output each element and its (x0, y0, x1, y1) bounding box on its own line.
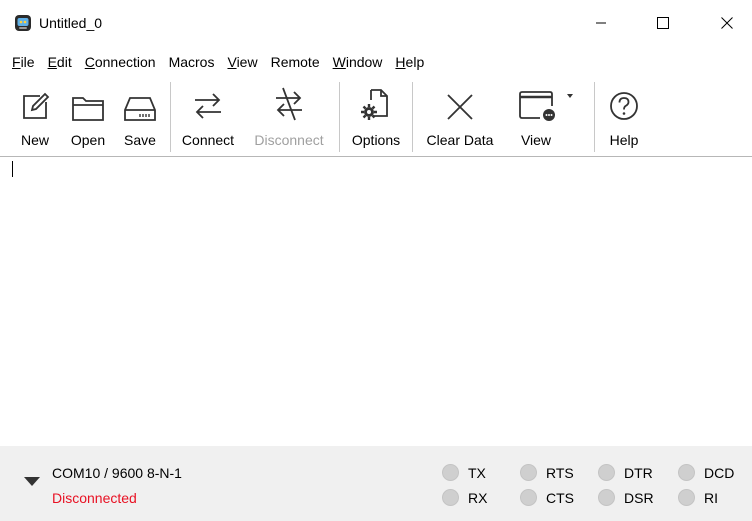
connection-status: Disconnected (52, 490, 137, 506)
text-caret (12, 161, 13, 177)
connect-arrows-icon (195, 93, 221, 119)
new-button[interactable]: New (16, 76, 54, 156)
folder-icon (72, 97, 104, 121)
indicator-rts: RTS (520, 464, 574, 481)
options-button[interactable]: Options (345, 76, 407, 156)
indicator-cts: CTS (520, 489, 574, 506)
close-button[interactable] (704, 8, 750, 38)
menu-connection[interactable]: Connection (85, 48, 156, 76)
led-icon (678, 489, 695, 506)
clear-data-button[interactable]: Clear Data (418, 76, 502, 156)
toolbar-separator (412, 82, 413, 152)
maximize-button[interactable] (640, 8, 686, 38)
indicator-ri: RI (678, 489, 718, 506)
disconnect-button[interactable]: Disconnect (246, 76, 332, 156)
new-document-icon (23, 92, 50, 119)
led-icon (678, 464, 695, 481)
menu-window[interactable]: Window (333, 48, 383, 76)
led-icon (598, 489, 615, 506)
view-window-icon (519, 91, 573, 121)
help-icon (610, 92, 638, 120)
minimize-button[interactable] (578, 8, 624, 38)
terminal-data-area[interactable] (0, 157, 752, 446)
menu-view[interactable]: View (227, 48, 257, 76)
indicator-tx: TX (442, 464, 486, 481)
save-button[interactable]: Save (120, 76, 160, 156)
view-button[interactable]: View (516, 76, 578, 156)
menu-macros[interactable]: Macros (169, 48, 215, 76)
port-settings: COM10 / 9600 8-N-1 (52, 465, 182, 481)
maximize-icon (657, 17, 669, 29)
indicator-dtr: DTR (598, 464, 653, 481)
indicator-dsr: DSR (598, 489, 654, 506)
minimize-icon (596, 22, 606, 24)
open-button[interactable]: Open (66, 76, 110, 156)
menu-remote[interactable]: Remote (271, 48, 320, 76)
led-icon (520, 489, 537, 506)
clear-x-icon (447, 94, 473, 120)
help-button[interactable]: Help (600, 76, 648, 156)
connect-button[interactable]: Connect (176, 76, 240, 156)
toolbar-separator (339, 82, 340, 152)
options-gear-icon (361, 89, 388, 120)
indicator-rx: RX (442, 489, 487, 506)
menu-bar: File Edit Connection Macros View Remote … (0, 48, 752, 76)
led-icon (598, 464, 615, 481)
window-title: Untitled_0 (39, 15, 103, 31)
app-icon (15, 15, 31, 31)
toolbar-separator (170, 82, 171, 152)
toolbar: New Open Save Connect Disconnect Options… (0, 76, 752, 157)
title-bar: Untitled_0 (0, 0, 752, 46)
collapse-triangle-icon[interactable] (24, 477, 40, 487)
menu-edit[interactable]: Edit (48, 48, 72, 76)
menu-file[interactable]: File (12, 48, 35, 76)
chevron-down-icon (567, 94, 573, 98)
led-icon (520, 464, 537, 481)
indicator-dcd: DCD (678, 464, 734, 481)
disconnect-arrows-icon (276, 87, 302, 121)
close-icon (721, 17, 733, 29)
led-icon (442, 489, 459, 506)
drive-icon (124, 97, 156, 121)
led-icon (442, 464, 459, 481)
toolbar-separator (594, 82, 595, 152)
menu-help[interactable]: Help (395, 48, 424, 76)
status-bar: COM10 / 9600 8-N-1 Disconnected TX RTS D… (0, 446, 752, 521)
